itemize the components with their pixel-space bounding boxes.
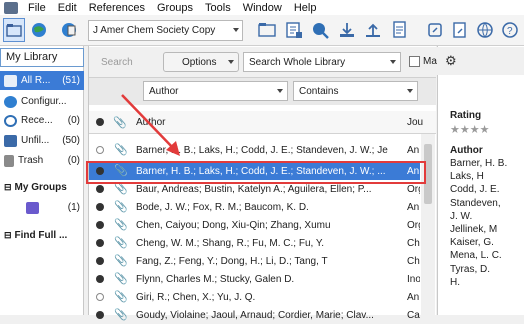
preview-author-line: Codd, J. E. [450,184,500,196]
rating-label: Rating [450,110,482,121]
preview-author-line: Standeven, [450,197,501,209]
preview-author-line: Tyras, D. [450,263,491,275]
preview-author-line: Jellinek, M [450,224,498,235]
layout-gear-icon[interactable]: ⚙ [445,53,457,69]
rating-stars-icon[interactable]: ★★★★ [450,123,489,136]
preview-author-line: H. [450,276,460,288]
preview-author-line: Laks, H [450,171,484,183]
preview-toolbar: ⚙ [437,47,524,75]
preview-author-line: Barner, H. B. [450,158,508,169]
annotation-highlight-box [86,161,426,184]
preview-author-line: J. W. [450,210,473,222]
author-field-label: Author [450,145,483,156]
preview-author-line: Kaiser, G. [450,237,494,249]
preview-author-line: Mena, L. C. [450,250,502,262]
